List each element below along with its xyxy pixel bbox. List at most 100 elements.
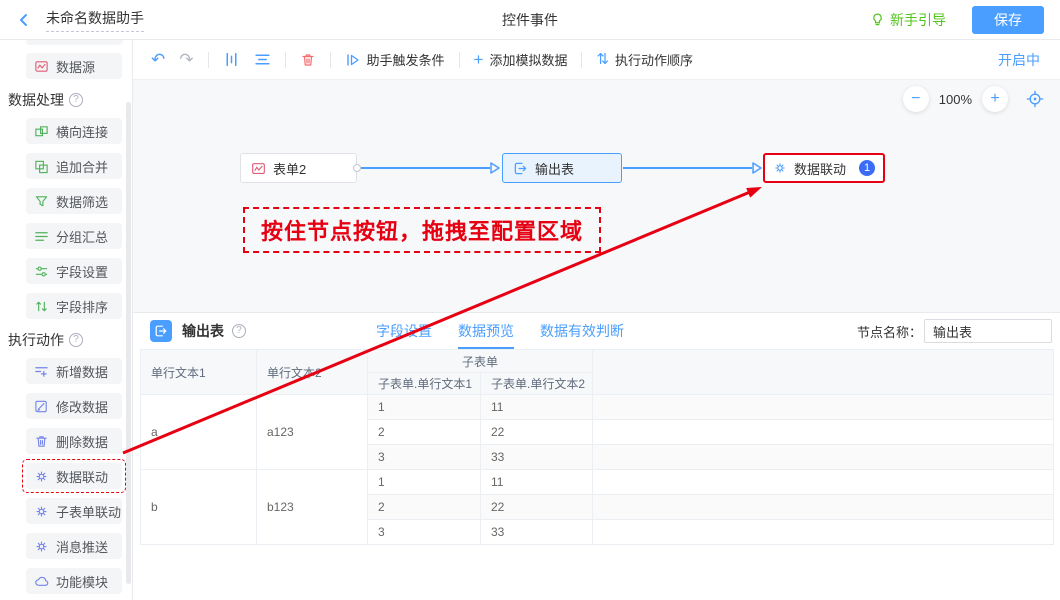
help-icon[interactable]: ?: [69, 93, 83, 107]
node-name-label: 节点名称：: [857, 322, 922, 341]
append-merge-icon: [34, 159, 49, 174]
document-title[interactable]: 未命名数据助手: [46, 8, 144, 32]
group-summary-icon: [34, 229, 49, 244]
trash-icon: [300, 52, 316, 68]
app-window: 未命名数据助手 控件事件 新手引导 保存 数据源 数据处理 ?: [0, 0, 1060, 600]
cell: b123: [257, 470, 368, 545]
distribute-button[interactable]: [223, 51, 240, 68]
sidebar-item-label: 数据筛选: [56, 192, 108, 211]
output-port[interactable]: [353, 164, 361, 172]
section-title: 数据处理: [8, 90, 64, 110]
tab-data-validation[interactable]: 数据有效判断: [540, 313, 624, 349]
add-mock-label: 添加模拟数据: [489, 50, 567, 69]
cell: 2: [368, 420, 481, 445]
table-row: b b123 1 11: [141, 470, 1054, 495]
sidebar-item-append-merge[interactable]: 追加合并: [26, 153, 122, 179]
node-output-table[interactable]: 输出表: [502, 153, 622, 183]
node-name-group: 节点名称：: [857, 313, 1052, 349]
sidebar-item-function-module[interactable]: 功能模块: [26, 568, 122, 594]
sidebar-item-label: 字段排序: [56, 297, 108, 316]
horizontal-join-icon: [34, 124, 49, 139]
panel-tabs: 字段设置 数据预览 数据有效判断: [376, 313, 624, 349]
help-icon[interactable]: ?: [69, 333, 83, 347]
panel-title: 输出表: [182, 321, 224, 341]
tab-data-preview[interactable]: 数据预览: [458, 313, 514, 349]
assistant-status[interactable]: 开启中: [998, 50, 1040, 70]
sidebar-item-horizontal-join[interactable]: 横向连接: [26, 118, 122, 144]
sidebar-item-group-summary[interactable]: 分组汇总: [26, 223, 122, 249]
section-actions: 执行动作 ?: [8, 331, 132, 349]
divider: [208, 52, 209, 68]
redo-button[interactable]: ↷: [179, 51, 193, 68]
tab-field-settings[interactable]: 字段设置: [376, 313, 432, 349]
gear-linkage-icon: [34, 469, 49, 484]
guide-label: 新手引导: [890, 10, 946, 30]
undo-button[interactable]: ↶: [151, 51, 165, 68]
drag-hint-annotation: 按住节点按钮，拖拽至配置区域: [243, 207, 601, 253]
sidebar-item-data-linkage[interactable]: 数据联动: [26, 463, 122, 489]
add-mock-data-button[interactable]: + 添加模拟数据: [474, 50, 568, 69]
sidebar-item-label: 字段设置: [56, 262, 108, 281]
node-name-input[interactable]: [924, 319, 1052, 343]
filter-icon: [34, 194, 49, 209]
node-label: 输出表: [535, 159, 574, 178]
beginner-guide-button[interactable]: 新手引导: [870, 10, 946, 30]
back-button[interactable]: [16, 12, 32, 28]
flow-canvas[interactable]: 表单2 输出表 数据联动 1 按住节点按钮，拖拽至配置区域 − 100% +: [133, 80, 1060, 312]
trigger-play-icon: [345, 52, 361, 68]
sidebar-item-subform-linkage[interactable]: 子表单联动: [26, 498, 122, 524]
scrolled-item-sliver: [26, 40, 123, 45]
action-order-label: 执行动作顺序: [615, 50, 693, 69]
help-icon[interactable]: ?: [232, 324, 246, 338]
field-settings-icon: [34, 264, 49, 279]
add-data-icon: [34, 364, 49, 379]
delete-data-icon: [34, 434, 49, 449]
flow-edges: [133, 80, 1060, 312]
cell: 22: [481, 420, 593, 445]
sidebar-item-label: 数据联动: [56, 467, 108, 486]
node-sidebar: 数据源 数据处理 ? 横向连接 追加合并 数据筛选 分组汇总: [0, 40, 133, 600]
cell: b: [141, 470, 257, 545]
top-header: 未命名数据助手 控件事件 新手引导 保存: [0, 0, 1060, 40]
cell: a123: [257, 395, 368, 470]
canvas-toolbar: ↶ ↷ 助手触发条件: [133, 40, 1060, 80]
undo-icon: ↶: [151, 51, 165, 68]
sidebar-item-data-filter[interactable]: 数据筛选: [26, 188, 122, 214]
sidebar-item-add-data[interactable]: 新增数据: [26, 358, 122, 384]
sidebar-item-datasource[interactable]: 数据源: [26, 53, 122, 79]
save-button[interactable]: 保存: [972, 6, 1044, 34]
zoom-out-button[interactable]: −: [903, 86, 929, 112]
section-data-processing: 数据处理 ?: [8, 91, 132, 109]
trigger-condition-button[interactable]: 助手触发条件: [345, 50, 445, 69]
align-button[interactable]: [254, 51, 271, 68]
column-subheader: 子表单.单行文本2: [481, 373, 593, 395]
cell: 1: [368, 470, 481, 495]
cell: 2: [368, 495, 481, 520]
back-chevron-icon: [16, 12, 32, 28]
delete-node-button[interactable]: [300, 52, 316, 68]
sidebar-item-label: 删除数据: [56, 432, 108, 451]
node-data-linkage[interactable]: 数据联动 1: [763, 153, 885, 183]
sidebar-item-message-push[interactable]: 消息推送: [26, 533, 122, 559]
plus-icon: +: [474, 51, 484, 68]
column-header-empty: [593, 350, 1054, 395]
zoom-in-button[interactable]: +: [982, 86, 1008, 112]
node-form2[interactable]: 表单2: [240, 153, 357, 183]
sidebar-scrollbar[interactable]: [126, 102, 131, 584]
form-icon: [251, 161, 266, 176]
divider: [581, 52, 582, 68]
action-order-button[interactable]: ⇅ 执行动作顺序: [596, 50, 693, 69]
node-label: 表单2: [273, 159, 306, 178]
sidebar-item-modify-data[interactable]: 修改数据: [26, 393, 122, 419]
node-label: 数据联动: [794, 159, 846, 178]
sidebar-item-label: 修改数据: [56, 397, 108, 416]
table-header-row: 单行文本1 单行文本2 子表单: [141, 350, 1054, 373]
cell: 3: [368, 520, 481, 545]
fit-view-button[interactable]: [1026, 90, 1044, 108]
section-title: 执行动作: [8, 330, 64, 350]
zoom-controls: − 100% +: [903, 86, 1044, 112]
sidebar-item-delete-data[interactable]: 删除数据: [26, 428, 122, 454]
sidebar-item-field-settings[interactable]: 字段设置: [26, 258, 122, 284]
sidebar-item-label: 新增数据: [56, 362, 108, 381]
sidebar-item-field-sort[interactable]: 字段排序: [26, 293, 122, 319]
